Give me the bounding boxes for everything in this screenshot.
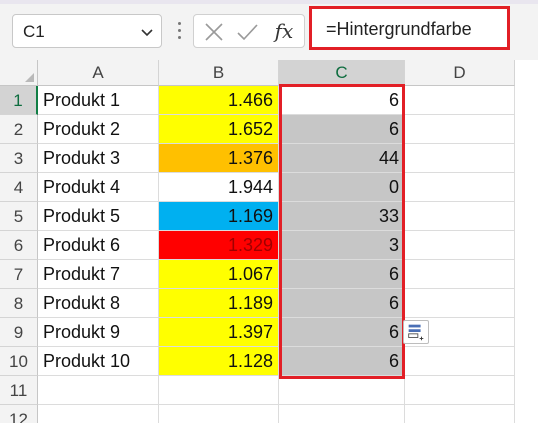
cancel-x-icon[interactable] <box>202 20 226 44</box>
cell-a10[interactable]: Produkt 10 <box>38 347 159 376</box>
cell-a5[interactable]: Produkt 5 <box>38 202 159 231</box>
cell-b7[interactable]: 1.067 <box>159 260 279 289</box>
cell-b10[interactable]: 1.128 <box>159 347 279 376</box>
row-header-6[interactable]: 6 <box>0 231 38 260</box>
select-all-corner[interactable] <box>0 60 38 86</box>
cell-d1[interactable] <box>405 86 515 115</box>
row-header-3[interactable]: 3 <box>0 144 38 173</box>
more-options-icon[interactable] <box>177 22 183 42</box>
name-box[interactable]: C1 <box>12 14 162 48</box>
cell-c10[interactable]: 6 <box>279 347 405 376</box>
cell-c8[interactable]: 6 <box>279 289 405 318</box>
cell-d12[interactable] <box>405 405 515 423</box>
cell-b1[interactable]: 1.466 <box>159 86 279 115</box>
column-header-a[interactable]: A <box>38 60 159 86</box>
row-header-4[interactable]: 4 <box>0 173 38 202</box>
chevron-down-icon[interactable] <box>139 24 155 40</box>
cell-d4[interactable] <box>405 173 515 202</box>
cell-b2[interactable]: 1.652 <box>159 115 279 144</box>
cell-d7[interactable] <box>405 260 515 289</box>
cell-a8[interactable]: Produkt 8 <box>38 289 159 318</box>
cell-d5[interactable] <box>405 202 515 231</box>
enter-check-icon[interactable] <box>235 20 259 44</box>
cell-d11[interactable] <box>405 376 515 405</box>
cell-c2[interactable]: 6 <box>279 115 405 144</box>
row-header-2[interactable]: 2 <box>0 115 38 144</box>
insert-function-icon[interactable]: fx <box>270 20 298 44</box>
cell-c4[interactable]: 0 <box>279 173 405 202</box>
row-header-9[interactable]: 9 <box>0 318 38 347</box>
quick-analysis-button[interactable] <box>403 320 429 344</box>
cell-d8[interactable] <box>405 289 515 318</box>
row-header-11[interactable]: 11 <box>0 376 38 405</box>
formula-text: =Hintergrundfarbe <box>326 19 472 39</box>
cell-c11[interactable] <box>279 376 405 405</box>
cell-b11[interactable] <box>159 376 279 405</box>
cell-b3[interactable]: 1.376 <box>159 144 279 173</box>
cell-c7[interactable]: 6 <box>279 260 405 289</box>
formula-buttons: fx <box>193 14 305 48</box>
cell-d3[interactable] <box>405 144 515 173</box>
cell-d10[interactable] <box>405 347 515 376</box>
cell-b5[interactable]: 1.169 <box>159 202 279 231</box>
cell-b12[interactable] <box>159 405 279 423</box>
formula-input[interactable]: =Hintergrundfarbe <box>309 6 510 50</box>
cell-c1[interactable]: 6 <box>279 86 405 115</box>
cell-c9[interactable]: 6 <box>279 318 405 347</box>
cell-b6[interactable]: 1.329 <box>159 231 279 260</box>
column-header-b[interactable]: B <box>159 60 279 86</box>
cell-b8[interactable]: 1.189 <box>159 289 279 318</box>
cell-a11[interactable] <box>38 376 159 405</box>
cell-a2[interactable]: Produkt 2 <box>38 115 159 144</box>
cell-c12[interactable] <box>279 405 405 423</box>
cell-a1[interactable]: Produkt 1 <box>38 86 159 115</box>
row-header-7[interactable]: 7 <box>0 260 38 289</box>
cell-b4[interactable]: 1.944 <box>159 173 279 202</box>
cell-b9[interactable]: 1.397 <box>159 318 279 347</box>
column-header-c[interactable]: C <box>279 60 405 86</box>
quick-analysis-icon <box>408 324 424 341</box>
name-box-value: C1 <box>23 22 45 41</box>
row-header-1[interactable]: 1 <box>0 86 38 115</box>
row-header-12[interactable]: 12 <box>0 405 38 423</box>
cell-c3[interactable]: 44 <box>279 144 405 173</box>
cell-a4[interactable]: Produkt 4 <box>38 173 159 202</box>
cell-a12[interactable] <box>38 405 159 423</box>
cell-a3[interactable]: Produkt 3 <box>38 144 159 173</box>
cell-a6[interactable]: Produkt 6 <box>38 231 159 260</box>
row-header-5[interactable]: 5 <box>0 202 38 231</box>
spreadsheet-grid: A B C D 1 Produkt 1 1.466 6 2 Produkt 2 1.652 6 3 Pro… <box>0 60 538 423</box>
cell-d2[interactable] <box>405 115 515 144</box>
column-header-d[interactable]: D <box>405 60 515 86</box>
cell-c6[interactable]: 3 <box>279 231 405 260</box>
cell-a7[interactable]: Produkt 7 <box>38 260 159 289</box>
cell-c5[interactable]: 33 <box>279 202 405 231</box>
cell-a9[interactable]: Produkt 9 <box>38 318 159 347</box>
row-header-10[interactable]: 10 <box>0 347 38 376</box>
row-header-8[interactable]: 8 <box>0 289 38 318</box>
cell-d6[interactable] <box>405 231 515 260</box>
